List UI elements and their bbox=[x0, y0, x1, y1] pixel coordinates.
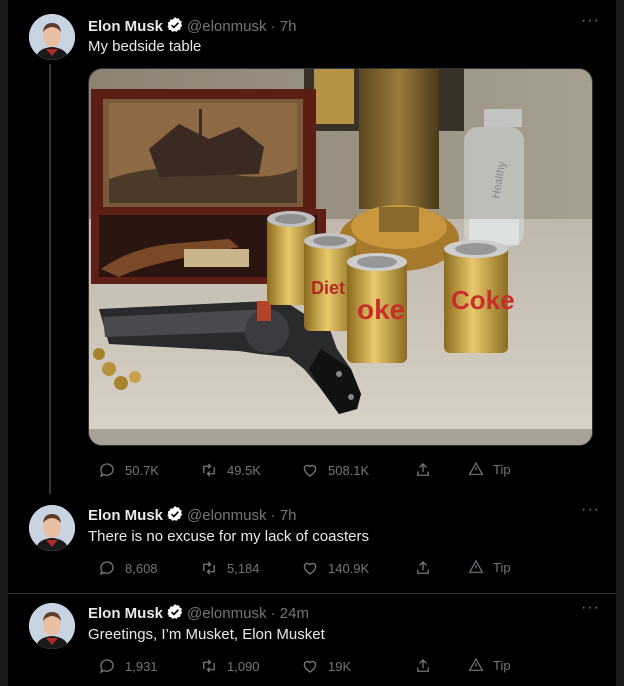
can-2-logo: Diet bbox=[311, 278, 345, 298]
heart-icon bbox=[303, 562, 317, 575]
share-button[interactable] bbox=[414, 559, 432, 577]
heart-icon bbox=[303, 464, 317, 477]
reply-count: 8,608 bbox=[125, 560, 158, 576]
can-4-logo: Coke bbox=[451, 285, 515, 315]
tip-button[interactable]: Tip bbox=[468, 461, 511, 477]
tweet-3[interactable]: Elon Musk @elonmusk · 24m ··· Greetings, … bbox=[8, 593, 616, 686]
tweet-2[interactable]: Elon Musk @elonmusk · 7h ··· There is no … bbox=[8, 495, 616, 593]
avatar[interactable] bbox=[29, 14, 75, 60]
retweet-button[interactable]: 49.5K bbox=[200, 461, 261, 479]
tip-button[interactable]: Tip bbox=[468, 657, 511, 673]
more-options-icon[interactable]: ··· bbox=[581, 12, 600, 30]
verified-badge-icon bbox=[166, 603, 184, 626]
heart-icon bbox=[303, 660, 317, 673]
tip-button[interactable]: Tip bbox=[468, 559, 511, 575]
tweet-text: My bedside table bbox=[88, 38, 202, 55]
share-button[interactable] bbox=[414, 461, 432, 479]
retweet-button[interactable]: 5,184 bbox=[200, 559, 260, 577]
tip-label: Tip bbox=[493, 461, 511, 477]
more-options-icon[interactable]: ··· bbox=[581, 501, 600, 519]
tweet-text: There is no excuse for my lack of coaste… bbox=[88, 528, 369, 545]
tweet-time[interactable]: · 24m bbox=[271, 605, 309, 622]
author-handle[interactable]: @elonmusk bbox=[187, 605, 266, 622]
like-button[interactable]: 19K bbox=[301, 657, 351, 675]
verified-badge-icon bbox=[166, 16, 184, 39]
share-icon bbox=[417, 561, 429, 574]
tweet-actions: 1,931 1,090 19K Tip bbox=[88, 657, 528, 677]
share-icon bbox=[417, 463, 429, 476]
retweet-icon bbox=[203, 561, 215, 575]
reply-count: 1,931 bbox=[125, 658, 158, 674]
share-button[interactable] bbox=[414, 657, 432, 675]
retweet-count: 1,090 bbox=[227, 658, 260, 674]
author-handle[interactable]: @elonmusk bbox=[187, 18, 266, 35]
tip-icon bbox=[468, 461, 484, 475]
retweet-count: 49.5K bbox=[227, 462, 261, 478]
like-count: 19K bbox=[328, 658, 352, 674]
tweet-1[interactable]: Elon Musk @elonmusk · 7h ··· My bedside t… bbox=[8, 0, 616, 495]
reply-icon bbox=[99, 561, 114, 576]
soda-can-3: oke bbox=[347, 253, 407, 363]
can-3-logo: oke bbox=[357, 294, 405, 325]
author-handle[interactable]: @elonmusk bbox=[187, 507, 266, 524]
reply-button[interactable]: 8,608 bbox=[98, 559, 158, 577]
avatar[interactable] bbox=[29, 505, 75, 551]
reply-count: 50.7K bbox=[125, 462, 159, 478]
author-name[interactable]: Elon Musk bbox=[88, 507, 163, 524]
bedside-table-photo: Healthy Diet oke Coke bbox=[89, 69, 592, 445]
tweet-time[interactable]: · 7h bbox=[271, 18, 297, 35]
soda-can-4: Coke bbox=[444, 240, 515, 353]
tip-label: Tip bbox=[493, 657, 511, 673]
retweet-icon bbox=[203, 463, 215, 477]
like-count: 508.1K bbox=[328, 462, 370, 478]
retweet-count: 5,184 bbox=[227, 560, 260, 576]
tweet-actions: 8,608 5,184 140.9K Tip bbox=[88, 559, 528, 579]
tweet-time[interactable]: · 7h bbox=[271, 507, 297, 524]
reply-button[interactable]: 50.7K bbox=[98, 461, 159, 479]
tweet-header: Elon Musk @elonmusk · 7h bbox=[88, 505, 296, 528]
reply-button[interactable]: 1,931 bbox=[98, 657, 158, 675]
tweet-actions: 50.7K 49.5K 508.1K Tip bbox=[88, 461, 528, 481]
tweet-text: Greetings, I’m Musket, Elon Musket bbox=[88, 626, 325, 643]
tip-icon bbox=[468, 559, 484, 573]
retweet-button[interactable]: 1,090 bbox=[200, 657, 260, 675]
like-count: 140.9K bbox=[328, 560, 370, 576]
tweet-header: Elon Musk @elonmusk · 24m bbox=[88, 603, 309, 626]
tip-icon bbox=[468, 657, 484, 671]
tweet-header: Elon Musk @elonmusk · 7h bbox=[88, 16, 296, 39]
more-options-icon[interactable]: ··· bbox=[581, 599, 600, 617]
verified-badge-icon bbox=[166, 505, 184, 528]
author-name[interactable]: Elon Musk bbox=[88, 18, 163, 35]
avatar[interactable] bbox=[29, 603, 75, 649]
like-button[interactable]: 508.1K bbox=[301, 461, 369, 479]
tip-label: Tip bbox=[493, 559, 511, 575]
author-name[interactable]: Elon Musk bbox=[88, 605, 163, 622]
share-icon bbox=[417, 659, 429, 672]
retweet-icon bbox=[203, 659, 215, 673]
reply-icon bbox=[99, 659, 114, 674]
reply-icon bbox=[99, 463, 114, 478]
tweet-photo[interactable]: Healthy Diet oke Coke bbox=[88, 68, 593, 446]
like-button[interactable]: 140.9K bbox=[301, 559, 369, 577]
